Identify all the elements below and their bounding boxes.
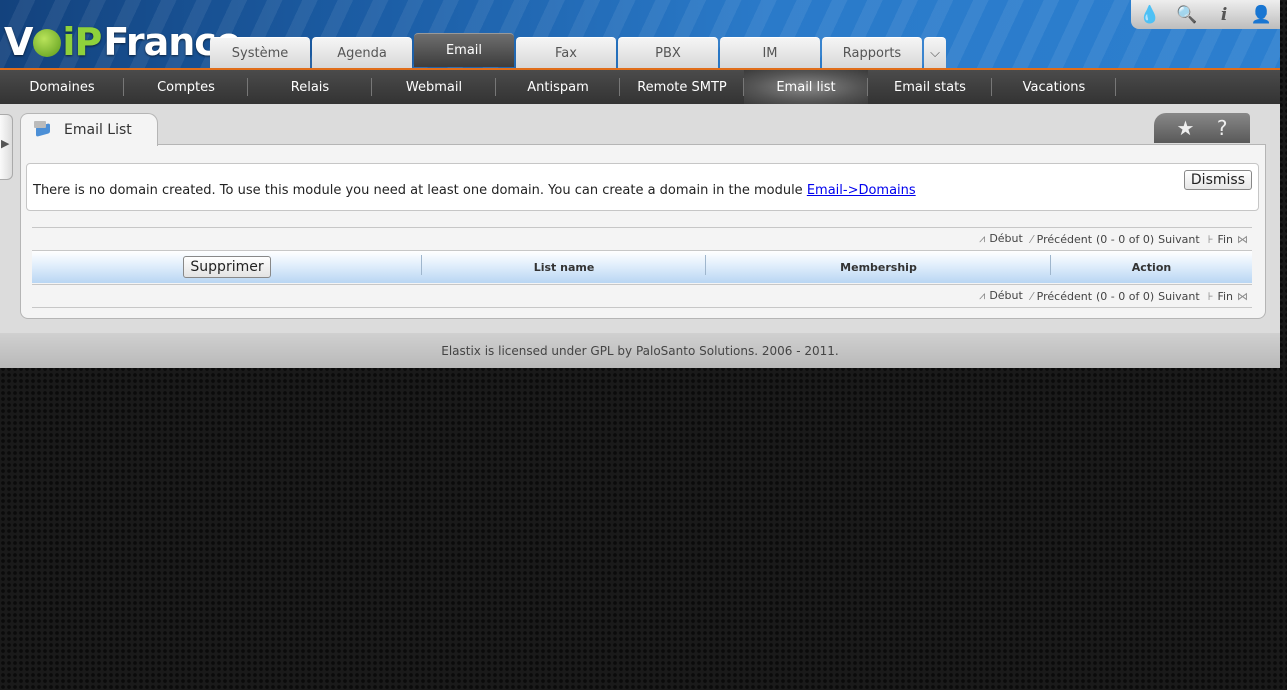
drop-icon[interactable]: 💧 bbox=[1135, 5, 1165, 25]
tab-fax[interactable]: Fax bbox=[516, 37, 616, 68]
logo-letter-v: V bbox=[4, 20, 33, 64]
subnav-email-stats[interactable]: Email stats bbox=[868, 70, 992, 104]
pager-last[interactable]: ⊦ Fin ⋈ bbox=[1208, 233, 1252, 246]
main-tabs: Système Agenda Email Fax PBX IM Rapports… bbox=[210, 33, 948, 68]
dismiss-button[interactable]: Dismiss bbox=[1183, 170, 1252, 190]
info-icon[interactable]: i bbox=[1209, 5, 1239, 25]
pager-first[interactable]: ⩘ Début bbox=[979, 232, 1023, 246]
header: V iP France 💧 🔍 i 👤 Système Agenda Email… bbox=[0, 0, 1280, 68]
help-icon[interactable]: ? bbox=[1217, 116, 1228, 140]
message-text: There is no domain created. To use this … bbox=[33, 183, 916, 198]
subnav-domaines[interactable]: Domaines bbox=[0, 70, 124, 104]
prev-page-icon: ⁄ bbox=[1030, 232, 1033, 246]
voipfrance-logo[interactable]: V iP France bbox=[4, 20, 242, 64]
pager-bottom: ⩘ Début ⁄ Précédent (0 - 0 of 0) Suivant ⊦… bbox=[32, 284, 1252, 308]
tab-agenda[interactable]: Agenda bbox=[312, 37, 412, 68]
tabs-more-button[interactable]: ⌵ bbox=[924, 37, 946, 68]
logo-ip: iP bbox=[62, 20, 102, 64]
tab-systeme[interactable]: Système bbox=[210, 37, 310, 68]
pager-prev[interactable]: ⁄ Précédent bbox=[1031, 290, 1092, 303]
top-tools: 💧 🔍 i 👤 bbox=[1131, 0, 1280, 29]
pager-top: ⩘ Début ⁄ Précédent (0 - 0 of 0) Suivant ⊦… bbox=[32, 227, 1252, 251]
tab-pbx[interactable]: PBX bbox=[618, 37, 718, 68]
email-domains-link[interactable]: Email->Domains bbox=[807, 183, 916, 198]
app-window: V iP France 💧 🔍 i 👤 Système Agenda Email… bbox=[0, 0, 1280, 368]
subnav-comptes[interactable]: Comptes bbox=[124, 70, 248, 104]
pager-range: (0 - 0 of 0) bbox=[1096, 289, 1155, 303]
sidebar-toggle[interactable]: ▶ bbox=[0, 114, 13, 180]
subnav-vacations[interactable]: Vacations bbox=[992, 70, 1116, 104]
last-page-icon: ⋈ bbox=[1237, 232, 1248, 246]
tab-im[interactable]: IM bbox=[720, 37, 820, 68]
pager-range: (0 - 0 of 0) bbox=[1096, 232, 1155, 246]
sub-navigation: Domaines Comptes Relais Webmail Antispam… bbox=[0, 68, 1280, 104]
module-title: Email List bbox=[64, 122, 132, 138]
module-tab: Email List bbox=[20, 113, 158, 146]
triangle-right-icon: ▶ bbox=[1, 137, 10, 150]
module-tools: ★ ? bbox=[1154, 113, 1250, 143]
chevron-down-icon: ⌵ bbox=[930, 45, 940, 61]
next-page-icon: ⊦ bbox=[1207, 289, 1214, 303]
subnav-relais[interactable]: Relais bbox=[248, 70, 372, 104]
pager-next[interactable]: Suivant bbox=[1158, 233, 1200, 246]
first-page-icon: ⩘ bbox=[979, 289, 986, 302]
email-list-icon bbox=[34, 121, 54, 139]
footer: Elastix is licensed under GPL by PaloSan… bbox=[0, 333, 1280, 368]
next-page-icon: ⊦ bbox=[1207, 232, 1214, 246]
search-icon[interactable]: 🔍 bbox=[1172, 5, 1202, 25]
supprimer-button[interactable]: Supprimer bbox=[183, 256, 271, 278]
tab-email[interactable]: Email bbox=[414, 33, 514, 67]
subnav-remote-smtp[interactable]: Remote SMTP bbox=[620, 70, 744, 104]
subnav-antispam[interactable]: Antispam bbox=[496, 70, 620, 104]
star-icon[interactable]: ★ bbox=[1176, 116, 1194, 140]
subnav-webmail[interactable]: Webmail bbox=[372, 70, 496, 104]
column-membership[interactable]: Membership bbox=[706, 251, 1051, 283]
prev-page-icon: ⁄ bbox=[1030, 289, 1033, 303]
table-header: Supprimer List name Membership Action bbox=[32, 251, 1252, 283]
pager-next[interactable]: Suivant bbox=[1158, 290, 1200, 303]
tab-rapports[interactable]: Rapports bbox=[822, 37, 922, 68]
pager-first[interactable]: ⩘ Début bbox=[979, 289, 1023, 303]
message-box: There is no domain created. To use this … bbox=[26, 163, 1259, 211]
first-page-icon: ⩘ bbox=[979, 232, 986, 245]
footer-license-text: Elastix is licensed under GPL by PaloSan… bbox=[441, 343, 839, 358]
logo-tree-icon bbox=[33, 29, 62, 57]
column-action[interactable]: Action bbox=[1051, 251, 1252, 283]
message-body: There is no domain created. To use this … bbox=[33, 183, 807, 198]
pager-prev[interactable]: ⁄ Précédent bbox=[1031, 233, 1092, 246]
user-icon[interactable]: 👤 bbox=[1246, 5, 1276, 25]
header-select-cell: Supprimer bbox=[32, 251, 422, 283]
pager-last[interactable]: ⊦ Fin ⋈ bbox=[1208, 290, 1252, 303]
subnav-email-list[interactable]: Email list bbox=[744, 70, 868, 104]
last-page-icon: ⋈ bbox=[1237, 289, 1248, 303]
column-list-name[interactable]: List name bbox=[422, 251, 706, 283]
